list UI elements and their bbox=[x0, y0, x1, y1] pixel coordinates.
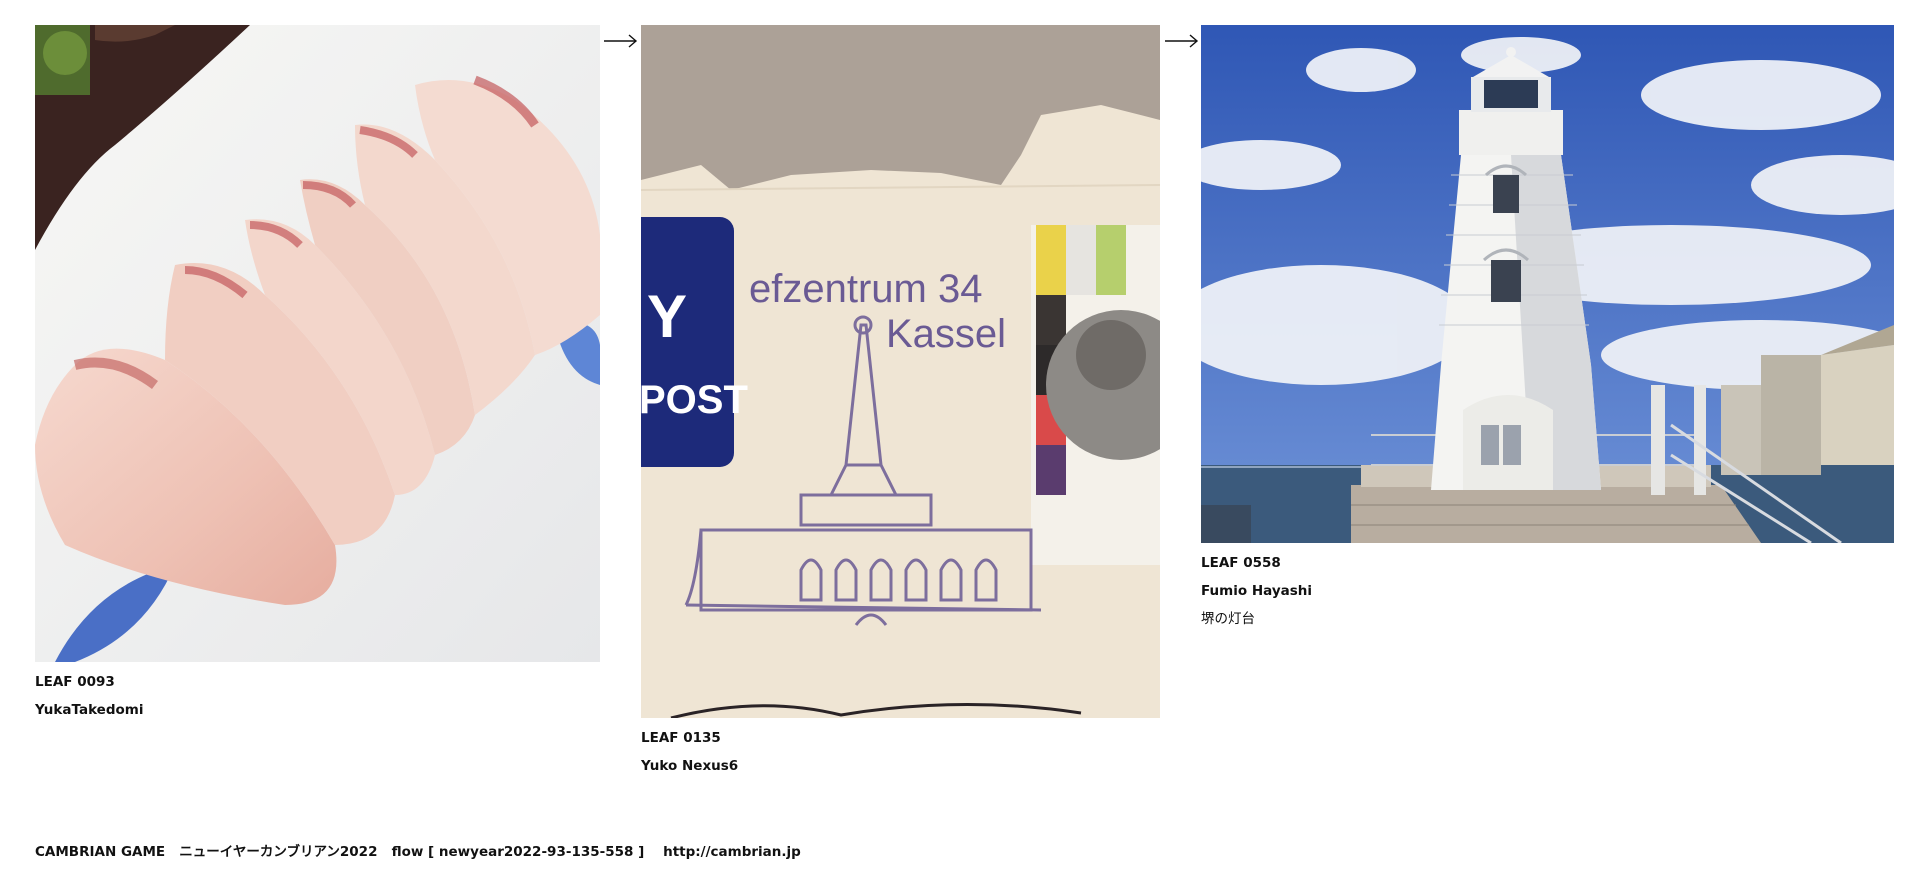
envelope-logo-post: POST bbox=[641, 378, 748, 422]
leaf-author[interactable]: Fumio Hayashi bbox=[1201, 583, 1312, 599]
sashimi-image bbox=[35, 25, 600, 662]
leaf-title: 堺の灯台 bbox=[1201, 611, 1255, 627]
footer-game-title: ニューイヤーカンブリアン2022 bbox=[179, 844, 378, 860]
leaf-code: LEAF 0135 bbox=[641, 730, 721, 746]
postmark-image: Y POST efzentrum 34 Kassel bbox=[641, 25, 1160, 718]
lighthouse-image bbox=[1201, 25, 1894, 543]
leaf-code: LEAF 0093 bbox=[35, 674, 115, 690]
leaf-photo-sashimi[interactable] bbox=[35, 25, 600, 662]
footer-flow: flow [ newyear2022-93-135-558 ] bbox=[391, 844, 645, 860]
leaf-photo-lighthouse[interactable] bbox=[1201, 25, 1894, 543]
postmark-text-line2: Kassel bbox=[886, 312, 1006, 356]
arrow-right-icon bbox=[604, 34, 638, 48]
arrow-right-icon bbox=[1165, 34, 1199, 48]
footer-game-name: CAMBRIAN GAME bbox=[35, 844, 166, 860]
envelope-logo-y: Y bbox=[647, 283, 687, 350]
postmark-text-line1: efzentrum 34 bbox=[749, 267, 982, 311]
leaf-code: LEAF 0558 bbox=[1201, 555, 1281, 571]
leaf-photo-postmark[interactable]: Y POST efzentrum 34 Kassel bbox=[641, 25, 1160, 718]
footer-url-link[interactable]: http://cambrian.jp bbox=[663, 844, 801, 860]
footer: CAMBRIAN GAME ニューイヤーカンブリアン2022 flow [ ne… bbox=[35, 840, 801, 860]
leaf-author[interactable]: Yuko Nexus6 bbox=[641, 758, 738, 774]
leaf-author[interactable]: YukaTakedomi bbox=[35, 702, 143, 718]
